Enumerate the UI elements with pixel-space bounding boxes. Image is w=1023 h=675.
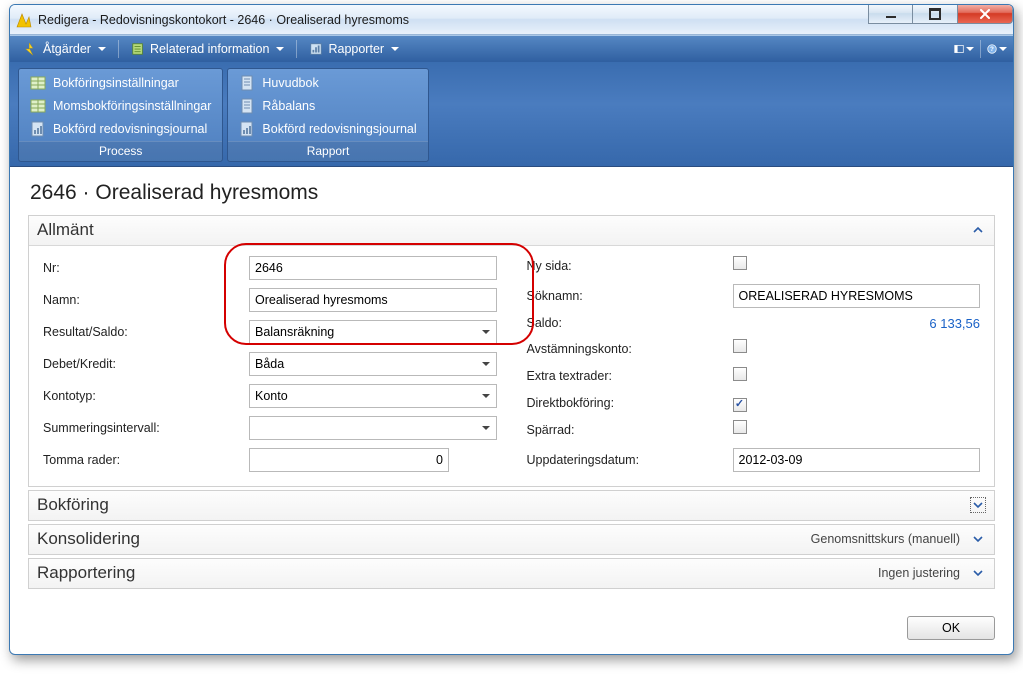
chevron-down-icon (970, 497, 986, 513)
app-window: Redigera - Redovisningskontokort - 2646 … (9, 4, 1014, 655)
window-title: Redigera - Redovisningskontokort - 2646 … (38, 13, 868, 27)
report-icon (239, 121, 255, 137)
select-result[interactable]: Balansräkning (249, 320, 497, 344)
label-balance: Saldo: (527, 316, 727, 330)
input-name[interactable] (249, 288, 497, 312)
select-dc[interactable]: Båda (249, 352, 497, 376)
label-extra: Extra textrader: (527, 369, 727, 383)
table-icon (30, 75, 46, 91)
document-icon (239, 98, 255, 114)
menu-reports-label: Rapporter (328, 42, 384, 56)
fasttab-caption: Allmänt (37, 220, 94, 240)
menu-actions[interactable]: Åtgärder (16, 39, 114, 59)
select-sum[interactable] (249, 416, 497, 440)
table-icon (30, 98, 46, 114)
fasttab-reporting: Rapportering Ingen justering (28, 558, 995, 589)
checkbox-extra[interactable] (733, 367, 747, 381)
checkbox-newpage[interactable] (733, 256, 747, 270)
fasttab-header-reporting[interactable]: Rapportering Ingen justering (29, 559, 994, 588)
chevron-down-icon (970, 531, 986, 547)
menu-separator (118, 40, 119, 58)
ribbon-item-label: Bokföringsinställningar (53, 76, 179, 90)
fasttab-summary: Genomsnittskurs (manuell) (811, 532, 960, 546)
fasttab-header-consolidation[interactable]: Konsolidering Genomsnittskurs (manuell) (29, 525, 994, 554)
input-blank-rows[interactable] (249, 448, 449, 472)
label-blank: Tomma rader: (43, 453, 243, 467)
close-button[interactable] (958, 4, 1013, 24)
ribbon: Bokföringsinställningar Momsbokföringsin… (10, 62, 1013, 167)
select-type[interactable]: Konto (249, 384, 497, 408)
menu-actions-label: Åtgärder (43, 42, 91, 56)
fasttab-caption: Rapportering (37, 563, 135, 583)
input-search-name[interactable] (733, 284, 981, 308)
label-type: Kontotyp: (43, 389, 243, 403)
menu-related[interactable]: Relaterad information (123, 39, 293, 59)
ribbon-item-label: Bokförd redovisningsjournal (53, 122, 207, 136)
select-value: Balansräkning (255, 325, 334, 339)
fasttab-caption: Konsolidering (37, 529, 140, 549)
label-newpage: Ny sida: (527, 259, 727, 273)
help-button[interactable]: ? (987, 40, 1007, 58)
ribbon-item-label: Huvudbok (262, 76, 318, 90)
ribbon-item-general-ledger[interactable]: Huvudbok (236, 73, 419, 93)
fasttab-header-general[interactable]: Allmänt (29, 216, 994, 246)
app-icon (16, 12, 32, 28)
content-area: 2646 · Orealiserad hyresmoms Allmänt Nr:… (10, 167, 1013, 606)
ribbon-item-posting-setup[interactable]: Bokföringsinställningar (27, 73, 214, 93)
label-search: Söknamn: (527, 289, 727, 303)
layout-button[interactable] (954, 40, 974, 58)
label-name: Namn: (43, 293, 243, 307)
fasttab-posting: Bokföring (28, 490, 995, 521)
value-balance[interactable]: 6 133,56 (733, 316, 981, 331)
svg-text:?: ? (990, 46, 994, 53)
input-nr[interactable] (249, 256, 497, 280)
checkbox-blocked[interactable] (733, 420, 747, 434)
menu-reports[interactable]: Rapporter (301, 39, 407, 59)
fasttab-general: Allmänt Nr: Namn: Resultat/Saldo: Balans… (28, 215, 995, 487)
fasttab-caption: Bokföring (37, 495, 109, 515)
menu-separator (296, 40, 297, 58)
label-blocked: Spärrad: (527, 423, 727, 437)
chevron-up-icon (970, 222, 986, 238)
page-title: 2646 · Orealiserad hyresmoms (28, 177, 995, 215)
ok-button[interactable]: OK (907, 616, 995, 640)
ribbon-item-trial-balance[interactable]: Råbalans (236, 96, 419, 116)
label-direct: Direktbokföring: (527, 396, 727, 410)
ribbon-group-title: Rapport (228, 141, 427, 161)
ribbon-item-posted-journal-report[interactable]: Bokförd redovisningsjournal (236, 119, 419, 139)
menu-related-label: Relaterad information (150, 42, 270, 56)
select-value: Båda (255, 357, 284, 371)
label-result: Resultat/Saldo: (43, 325, 243, 339)
fasttab-header-posting[interactable]: Bokföring (29, 491, 994, 520)
ribbon-item-label: Råbalans (262, 99, 315, 113)
maximize-button[interactable] (913, 4, 958, 24)
ribbon-item-label: Bokförd redovisningsjournal (262, 122, 416, 136)
checkbox-recon[interactable] (733, 339, 747, 353)
ribbon-item-posted-journal[interactable]: Bokförd redovisningsjournal (27, 119, 214, 139)
fasttab-summary: Ingen justering (878, 566, 960, 580)
label-mod: Uppdateringsdatum: (527, 453, 727, 467)
checkbox-direct[interactable] (733, 398, 747, 412)
value-modified-date: 2012-03-09 (733, 448, 981, 472)
ribbon-item-label: Momsbokföringsinställningar (53, 99, 211, 113)
label-recon: Avstämningskonto: (527, 342, 727, 356)
ribbon-group-report: Huvudbok Råbalans Bokförd redovisningsjo… (227, 68, 428, 162)
menubar: Åtgärder Relaterad information Rapporter… (10, 35, 1013, 62)
chevron-down-icon (970, 565, 986, 581)
minimize-button[interactable] (868, 4, 913, 24)
ribbon-item-vat-posting-setup[interactable]: Momsbokföringsinställningar (27, 96, 214, 116)
window-controls (868, 5, 1013, 34)
select-value: Konto (255, 389, 288, 403)
footer: OK (10, 606, 1013, 654)
label-nr: Nr: (43, 261, 243, 275)
label-dc: Debet/Kredit: (43, 357, 243, 371)
fasttab-consolidation: Konsolidering Genomsnittskurs (manuell) (28, 524, 995, 555)
label-sum: Summeringsintervall: (43, 421, 243, 435)
menu-separator (980, 40, 981, 58)
titlebar: Redigera - Redovisningskontokort - 2646 … (10, 5, 1013, 35)
ribbon-group-process: Bokföringsinställningar Momsbokföringsin… (18, 68, 223, 162)
ribbon-group-title: Process (19, 141, 222, 161)
document-icon (239, 75, 255, 91)
report-icon (30, 121, 46, 137)
